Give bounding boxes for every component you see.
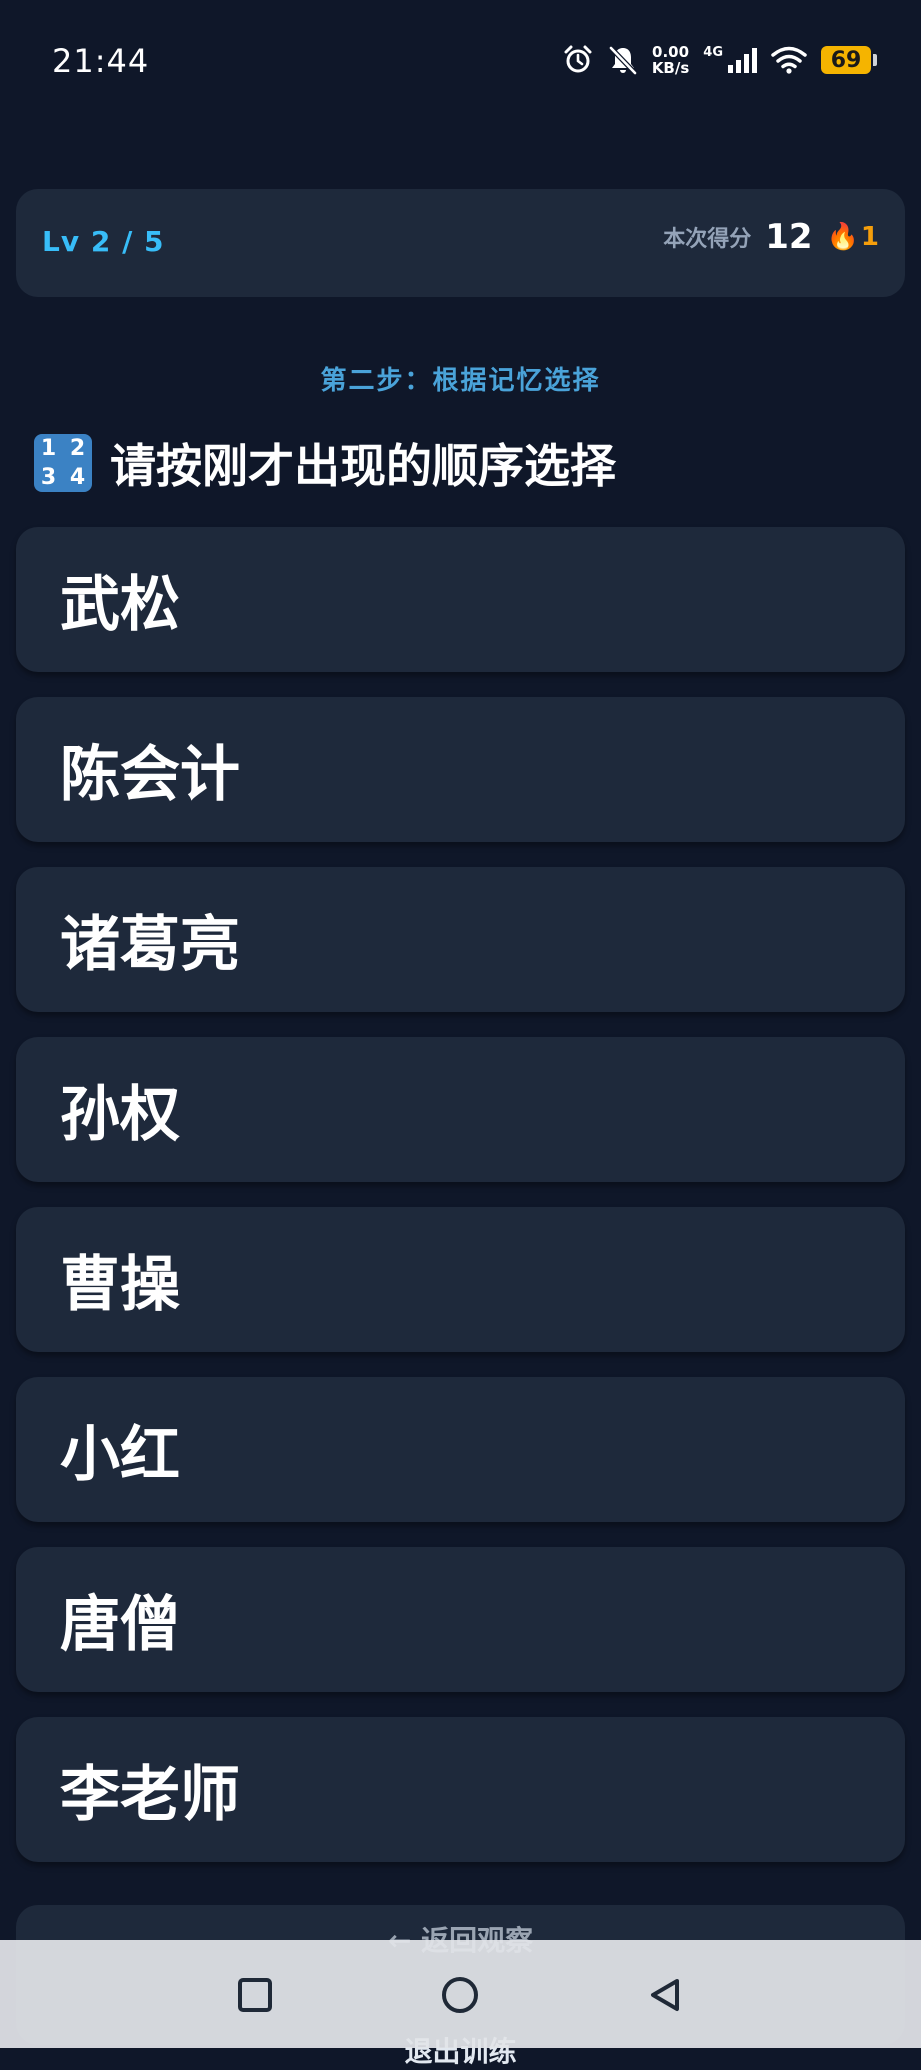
option-button[interactable]: 曹操 bbox=[16, 1207, 905, 1352]
option-button[interactable]: 小红 bbox=[16, 1377, 905, 1522]
level-indicator: Lv 2 / 5 bbox=[42, 225, 165, 258]
alarm-icon bbox=[564, 45, 592, 73]
keypad-digit: 4 bbox=[69, 465, 86, 490]
net-speed: 0.00 KB/s bbox=[652, 44, 689, 76]
number-keypad-icon: 1 2 3 4 bbox=[34, 434, 92, 492]
signal-icon bbox=[728, 48, 757, 73]
step-label: 第二步：根据记忆选择 bbox=[320, 366, 601, 396]
option-button[interactable]: 李老师 bbox=[16, 1717, 905, 1862]
circle-icon bbox=[442, 1977, 478, 2013]
keypad-digit: 2 bbox=[69, 436, 86, 461]
triangle-back-icon bbox=[651, 1979, 679, 2011]
status-bar: 21:44 0.00 KB/s 4G 69 bbox=[0, 0, 921, 125]
header-card: Lv 2 / 5 本次得分 12 🔥 1 bbox=[16, 189, 905, 297]
question-heading: 1 2 3 4 请按刚才出现的顺序选择 bbox=[34, 430, 616, 496]
status-time: 21:44 bbox=[52, 42, 150, 80]
option-button[interactable]: 孙权 bbox=[16, 1037, 905, 1182]
recents-button[interactable] bbox=[233, 1973, 277, 2017]
square-icon bbox=[238, 1978, 272, 2012]
back-button[interactable] bbox=[643, 1973, 687, 2017]
streak-value: 1 bbox=[860, 222, 879, 252]
net-speed-value: 0.00 bbox=[652, 43, 690, 61]
keypad-digit: 1 bbox=[40, 436, 57, 461]
fire-icon: 🔥 bbox=[826, 222, 859, 252]
status-icons: 0.00 KB/s 4G 69 bbox=[562, 44, 877, 76]
question-text: 请按刚才出现的顺序选择 bbox=[110, 439, 616, 493]
score-label: 本次得分 bbox=[663, 227, 752, 252]
bell-off-icon bbox=[609, 46, 637, 75]
score-value: 12 bbox=[765, 217, 813, 257]
option-list: 武松 陈会计 诸葛亮 孙权 曹操 小红 唐僧 李老师 bbox=[16, 527, 905, 1887]
score-area: 本次得分 12 🔥 1 bbox=[663, 217, 879, 257]
streak-counter: 🔥 1 bbox=[827, 222, 879, 252]
navigation-bar bbox=[0, 1940, 921, 2048]
net-speed-unit: KB/s bbox=[651, 59, 690, 77]
option-button[interactable]: 唐僧 bbox=[16, 1547, 905, 1692]
cellular: 4G bbox=[703, 45, 757, 73]
network-type: 4G bbox=[703, 45, 723, 60]
wifi-icon bbox=[771, 46, 807, 74]
keypad-digit: 3 bbox=[40, 465, 57, 490]
battery-level: 69 bbox=[830, 47, 862, 73]
home-button[interactable] bbox=[438, 1973, 482, 2017]
battery-icon: 69 bbox=[821, 46, 877, 74]
option-button[interactable]: 陈会计 bbox=[16, 697, 905, 842]
option-button[interactable]: 诸葛亮 bbox=[16, 867, 905, 1012]
option-button[interactable]: 武松 bbox=[16, 527, 905, 672]
